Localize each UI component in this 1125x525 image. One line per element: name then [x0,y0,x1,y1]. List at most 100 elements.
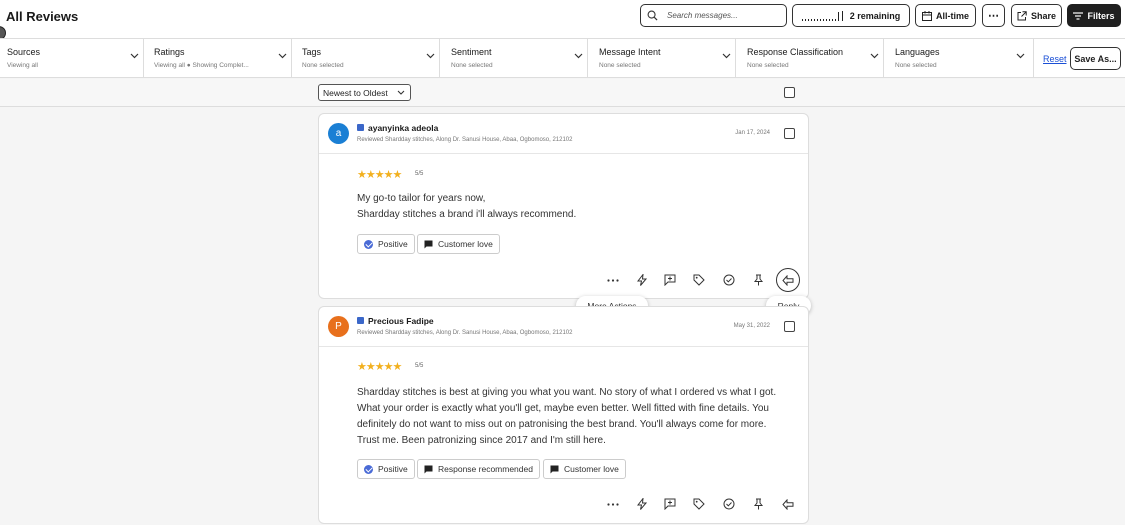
more-dots-icon [607,502,619,506]
filter-subtitle: None selected [451,62,493,69]
filters-label: Filters [1087,10,1115,21]
filter-languages[interactable]: Languages None selected [884,39,1034,78]
search-icon [647,10,658,21]
calendar-icon [921,10,932,21]
filter-subtitle: None selected [599,62,641,69]
chevron-down-icon [278,53,287,59]
filter-ratings[interactable]: Ratings Viewing all ● Showing Complet... [144,39,292,78]
search-box[interactable] [640,4,787,27]
review-header: P Precious Fadipe Reviewed Shardday stit… [319,307,808,347]
mark-done-button[interactable] [719,270,739,290]
more-dots-icon: ⋯ [988,10,999,22]
select-all-checkbox[interactable] [784,87,795,98]
filters-button[interactable]: Filters [1067,4,1121,27]
filter-tags[interactable]: Tags None selected [292,39,440,78]
review-checkbox[interactable] [784,321,795,332]
reply-icon [782,274,794,286]
sort-select[interactable]: Newest to Oldest [318,84,411,101]
pin-icon [753,274,763,286]
usage-bars-icon [801,10,846,21]
filter-subtitle: None selected [302,62,344,69]
tag-response-recommended[interactable]: Response recommended [417,459,540,479]
tag-icon [693,498,705,510]
ai-reply-button[interactable] [660,270,680,290]
reply-button[interactable] [778,494,798,514]
sort-selected-value: Newest to Oldest [323,87,388,98]
automation-button[interactable] [632,494,652,514]
tag-label: Response recommended [438,464,533,474]
review-text: Shardday stitches is best at giving you … [357,387,777,446]
filter-title: Ratings [154,47,185,57]
positive-check-icon [364,464,373,474]
tag-button[interactable] [689,494,709,514]
tag-label: Customer love [438,239,493,249]
reset-link[interactable]: Reset [1043,54,1067,64]
tag-button[interactable] [689,270,709,290]
rating-label: 5/5 [415,363,424,369]
lightning-icon [637,498,647,510]
save-as-button[interactable]: Save As... [1070,47,1121,70]
page-title: All Reviews [6,9,79,24]
mark-done-button[interactable] [719,494,739,514]
filter-title: Sources [7,47,41,57]
source-icon [357,317,364,324]
sort-bar: Newest to Oldest [0,79,1125,107]
ai-reply-button[interactable] [660,494,680,514]
review-card: P Precious Fadipe Reviewed Shardday stit… [318,306,809,524]
rating-label: 5/5 [415,171,424,177]
chevron-down-icon [1016,53,1025,59]
source-icon [357,124,364,131]
comment-icon [424,240,433,248]
tag-icon [693,274,705,286]
check-circle-icon [723,274,735,286]
tag-customer-love[interactable]: Customer love [543,459,626,479]
filter-bar: Sources Viewing all Ratings Viewing all … [0,38,1125,78]
filter-sentiment[interactable]: Sentiment None selected [440,39,588,78]
search-input[interactable] [667,8,782,23]
more-dots-icon [607,278,619,282]
remaining-indicator[interactable]: 2 remaining [792,4,910,27]
review-author[interactable]: Precious Fadipe [368,316,434,326]
review-location: Reviewed Shardday stitches, Along Dr. Sa… [357,330,573,336]
pin-button[interactable] [748,494,768,514]
filter-subtitle: None selected [747,62,789,69]
filter-sources[interactable]: Sources Viewing all [0,39,144,78]
remaining-label: 2 remaining [849,10,901,21]
share-button[interactable]: Share [1011,4,1062,27]
more-options-button[interactable]: ⋯ [982,4,1005,27]
pin-button[interactable] [748,270,768,290]
reply-icon [782,498,794,510]
comment-icon [550,465,559,473]
tag-positive[interactable]: Positive [357,459,415,479]
filter-subtitle: Viewing all [7,62,38,69]
star-rating: ★★★★★ [357,169,402,181]
chevron-down-icon [426,53,435,59]
review-date: May 31, 2022 [733,323,770,329]
star-rating: ★★★★★ [357,361,402,373]
tag-customer-love[interactable]: Customer love [417,234,500,254]
tag-positive[interactable]: Positive [357,234,415,254]
review-author[interactable]: ayanyinka adeola [368,123,438,133]
chat-plus-icon [664,274,676,286]
filter-response-classification[interactable]: Response Classification None selected [736,39,884,78]
date-range-button[interactable]: All-time [915,4,976,27]
tag-label: Customer love [564,464,619,474]
chevron-down-icon [870,53,879,59]
review-checkbox[interactable] [784,128,795,139]
filter-subtitle: Viewing all ● Showing Complet... [154,62,249,69]
more-actions-button[interactable] [603,494,623,514]
review-header: a ayanyinka adeola Reviewed Shardday sti… [319,114,808,154]
review-location: Reviewed Shardday stitches, Along Dr. Sa… [357,137,573,143]
chat-plus-icon [664,498,676,510]
reply-button[interactable] [776,268,800,292]
filter-icon [1073,11,1084,20]
more-actions-button[interactable] [603,270,623,290]
filter-message-intent[interactable]: Message Intent None selected [588,39,736,78]
review-date: Jan 17, 2024 [735,130,770,136]
review-card: a ayanyinka adeola Reviewed Shardday sti… [318,113,809,299]
chevron-down-icon [574,53,583,59]
review-text: My go-to tailor for years now, Shardday … [357,193,577,220]
tag-label: Positive [378,464,408,474]
filter-title: Sentiment [451,47,492,57]
automation-button[interactable] [632,270,652,290]
